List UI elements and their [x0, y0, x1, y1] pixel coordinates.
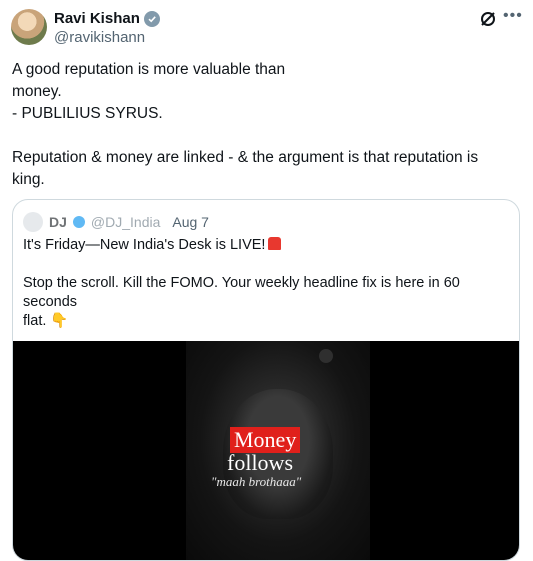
quoted-tweet[interactable]: DJ @DJ_India Aug 7 It's Friday—New India… [12, 199, 520, 561]
author-name-row: Ravi Kishan [54, 10, 160, 27]
author-name[interactable]: Ravi Kishan [54, 10, 140, 27]
quoted-handle: @DJ_India [90, 214, 161, 230]
avatar[interactable] [11, 9, 47, 45]
pointing-down-emoji-icon: 👇 [50, 313, 69, 329]
quoted-line1-text: It's Friday—New India's Desk is LIVE! [23, 237, 266, 253]
video-player[interactable]: Money follows "maah brothaaa" [13, 341, 519, 560]
quoted-line1: It's Friday—New India's Desk is LIVE! [23, 236, 509, 255]
caption-sub: "maah brothaaa" [211, 474, 302, 489]
grok-icon[interactable] [479, 10, 497, 28]
quoted-date[interactable]: Aug 7 [172, 214, 209, 230]
tweet-body: A good reputation is more valuable than … [12, 61, 479, 188]
quoted-line2: Stop the scroll. Kill the FOMO. Your wee… [23, 274, 509, 331]
tweet-text: A good reputation is more valuable than … [12, 59, 517, 191]
more-icon[interactable]: ••• [503, 7, 523, 25]
caption-follows: follows [227, 450, 293, 475]
quoted-text: It's Friday—New India's Desk is LIVE! St… [23, 236, 509, 350]
author-handle[interactable]: @ravikishann [54, 29, 145, 46]
siren-emoji-icon [268, 237, 282, 250]
quoted-line2-text: Stop the scroll. Kill the FOMO. Your wee… [23, 275, 460, 329]
quoted-avatar[interactable] [23, 212, 43, 232]
quoted-verified-icon [72, 216, 85, 228]
quoted-header: DJ @DJ_India Aug 7 [23, 212, 209, 232]
verified-badge-icon [143, 10, 160, 27]
video-watermark-icon [319, 349, 333, 363]
quoted-name[interactable]: DJ [49, 214, 67, 230]
